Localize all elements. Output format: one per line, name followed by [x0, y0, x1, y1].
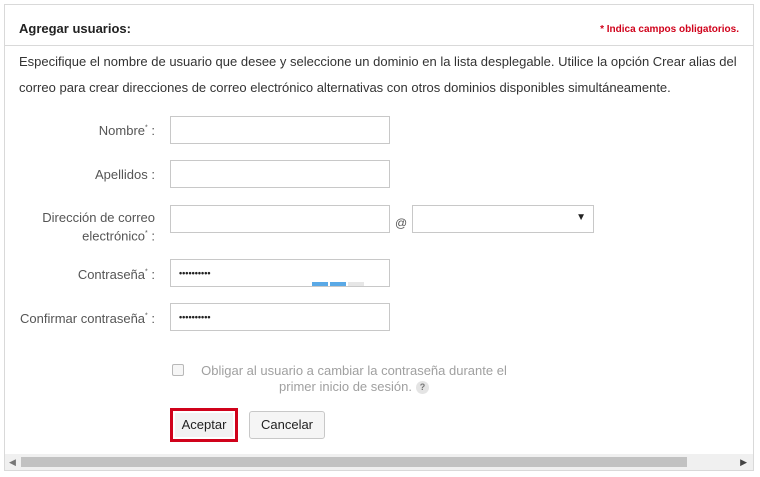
panel-header: Agregar usuarios: * Indica campos obliga…	[5, 5, 753, 46]
force-change-label: Obligar al usuario a cambiar la contrase…	[201, 363, 507, 395]
password-mask: ••••••••••	[179, 268, 211, 278]
horizontal-scrollbar[interactable]: ◀ ▶	[5, 454, 753, 470]
strength-bar-3	[348, 282, 364, 286]
required-fields-note: * Indica campos obligatorios.	[600, 24, 739, 35]
scroll-left-arrow-icon[interactable]: ◀	[9, 457, 16, 468]
first-name-input[interactable]	[170, 116, 390, 144]
accept-button-label: Aceptar	[175, 413, 233, 437]
confirm-password-mask: ••••••••••	[179, 312, 211, 322]
domain-select[interactable]: ▼	[412, 205, 594, 233]
first-name-label: Nombre* :	[98, 123, 155, 138]
panel-title: Agregar usuarios:	[19, 21, 131, 36]
strength-bar-1	[312, 282, 328, 286]
last-name-input[interactable]	[170, 160, 390, 188]
help-icon[interactable]: ?	[415, 381, 429, 395]
at-symbol: @	[395, 216, 408, 230]
email-input[interactable]	[170, 205, 390, 233]
chevron-down-icon: ▼	[576, 212, 586, 223]
last-name-label: Apellidos :	[95, 167, 155, 182]
add-users-panel: Agregar usuarios: * Indica campos obliga…	[4, 4, 754, 471]
scrollbar-thumb[interactable]	[21, 457, 687, 467]
email-label: Dirección de correo electrónico* :	[42, 210, 155, 244]
force-change-checkbox[interactable]	[172, 364, 184, 376]
cancel-button[interactable]: Cancelar	[249, 411, 325, 439]
accept-button[interactable]: Aceptar	[170, 408, 238, 442]
confirm-password-label: Confirmar contraseña* :	[20, 311, 155, 326]
password-label: Contraseña* :	[77, 267, 155, 282]
description-text: Especifique el nombre de usuario que des…	[19, 54, 737, 95]
confirm-password-input[interactable]: ••••••••••	[170, 303, 390, 331]
strength-bar-2	[330, 282, 346, 286]
scroll-right-arrow-icon[interactable]: ▶	[740, 457, 747, 468]
